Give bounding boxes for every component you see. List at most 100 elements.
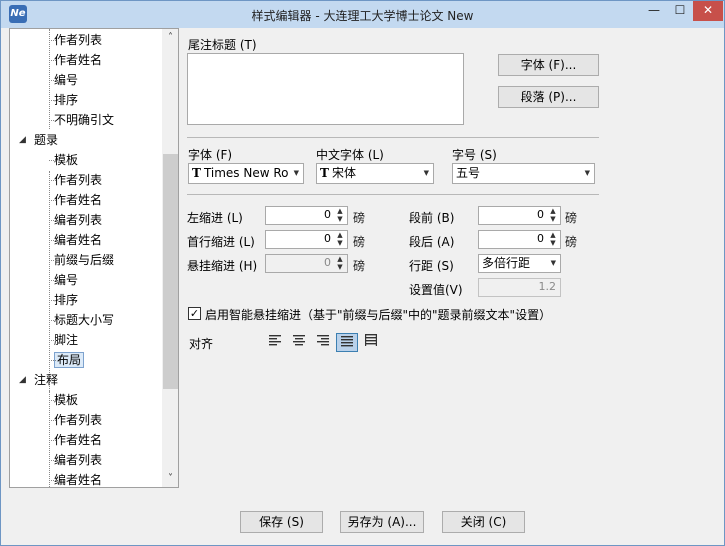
line-spacing-value: 多倍行距	[482, 256, 531, 270]
first-line-indent-stepper[interactable]: 0 ▲ ▼	[265, 230, 348, 249]
tree-item-label: 作者姓名	[54, 433, 103, 447]
tree-item-label: 编者列表	[54, 213, 103, 227]
tree-item[interactable]: 作者列表	[54, 30, 102, 50]
hanging-indent-label: 悬挂缩进 (H)	[187, 259, 258, 273]
separator	[187, 194, 599, 195]
space-after-label: 段后 (A)	[409, 235, 455, 249]
maximize-button[interactable]: ☐	[667, 1, 693, 21]
tree-connector-line	[49, 200, 56, 201]
tree-item[interactable]: 排序	[54, 90, 78, 110]
save-button[interactable]: 保存 (S)	[240, 511, 323, 533]
tree-item[interactable]: 编者列表	[54, 450, 102, 470]
left-indent-stepper[interactable]: 0 ▲ ▼	[265, 206, 348, 225]
style-tree[interactable]: ˄ ˅ 作者列表 作者姓名 编号 排序 不明确引文 题录 ◢ 模板 作者列表 作者姓名 编者列表 编者…	[9, 28, 179, 488]
tree-item-label: 编者姓名	[54, 473, 103, 487]
minimize-button[interactable]: —	[641, 1, 667, 21]
tree-item[interactable]: 作者列表	[54, 170, 102, 190]
stepper-arrows-icon[interactable]: ▲ ▼	[333, 255, 347, 272]
tree-item[interactable]: 布局	[54, 350, 85, 370]
hanging-indent-stepper[interactable]: 0 ▲ ▼	[265, 254, 348, 273]
tree-connector-line	[49, 120, 56, 121]
scroll-down-icon[interactable]: ˅	[162, 470, 178, 487]
scroll-thumb[interactable]	[163, 154, 178, 389]
tree-item-label: 注释	[34, 373, 59, 387]
align-right-icon[interactable]	[312, 333, 334, 352]
tree-group[interactable]: 注释	[34, 370, 58, 390]
font-size-label: 字号 (S)	[452, 148, 497, 162]
line-spacing-select[interactable]: 多倍行距 ▼	[478, 254, 561, 273]
smart-hanging-checkbox[interactable]: ✓	[188, 307, 201, 320]
font-button[interactable]: 字体 (F)...	[498, 54, 599, 76]
chevron-down-icon: ▼	[423, 169, 429, 177]
space-after-stepper[interactable]: 0 ▲ ▼	[478, 230, 561, 249]
space-after-value: 0	[537, 232, 544, 245]
tree-item[interactable]: 作者姓名	[54, 190, 102, 210]
expand-collapse-icon[interactable]: ◢	[19, 370, 31, 390]
align-center-icon[interactable]	[288, 333, 310, 352]
tree-item-label: 前缀与后缀	[54, 253, 115, 267]
tree-connector-line	[49, 29, 50, 129]
align-distributed-icon[interactable]	[360, 333, 382, 352]
tree-item[interactable]: 排序	[54, 290, 78, 310]
space-before-stepper[interactable]: 0 ▲ ▼	[478, 206, 561, 225]
setting-value-label: 设置值(V)	[409, 283, 463, 297]
align-left-icon[interactable]	[264, 333, 286, 352]
save-as-button[interactable]: 另存为 (A)...	[340, 511, 424, 533]
tree-item[interactable]: 不明确引文	[54, 110, 114, 130]
font-select[interactable]: T Times New Ro ▼	[188, 163, 304, 184]
hanging-indent-unit: 磅	[353, 259, 366, 273]
tree-item[interactable]: 模板	[54, 150, 78, 170]
tree-item[interactable]: 前缀与后缀	[54, 250, 114, 270]
tree-item[interactable]: 标题大小写	[54, 310, 114, 330]
close-button[interactable]: 关闭 (C)	[442, 511, 525, 533]
tree-connector-line	[49, 100, 56, 101]
tree-item[interactable]: 编者姓名	[54, 230, 102, 250]
tree-item[interactable]: 编者列表	[54, 210, 102, 230]
tree-connector-line	[49, 340, 56, 341]
tree-item-label: 作者姓名	[54, 193, 103, 207]
stepper-arrows-icon[interactable]: ▲ ▼	[333, 231, 347, 248]
tree-item[interactable]: 模板	[54, 390, 78, 410]
tree-item[interactable]: 脚注	[54, 330, 78, 350]
tree-item-label: 编号	[54, 273, 79, 287]
align-justify-icon[interactable]	[336, 333, 358, 352]
tree-item-label: 标题大小写	[54, 313, 115, 327]
hanging-indent-value: 0	[324, 256, 331, 269]
tree-connector-line	[49, 300, 56, 301]
stepper-arrows-icon[interactable]: ▲ ▼	[546, 231, 560, 248]
expand-collapse-icon[interactable]: ◢	[19, 130, 31, 150]
tree-connector-line	[49, 171, 50, 391]
tree-connector-line	[49, 180, 56, 181]
alignment-label: 对齐	[189, 337, 214, 351]
tree-connector-line	[49, 60, 56, 61]
style-editor-window: Ne 样式编辑器 - 大连理工大学博士论文 New — ☐ ✕ ˄ ˅ 作者列表…	[0, 0, 725, 546]
endnote-title-label: 尾注标题 (T)	[188, 38, 257, 52]
close-window-button[interactable]: ✕	[693, 1, 723, 21]
cn-font-select-value: 宋体	[331, 166, 356, 180]
font-size-select[interactable]: 五号 ▼	[452, 163, 595, 184]
tree-item-label: 模板	[54, 153, 79, 167]
tree-item[interactable]: 编者姓名	[54, 470, 103, 487]
tree-item[interactable]: 作者列表	[54, 410, 102, 430]
stepper-arrows-icon[interactable]: ▲ ▼	[333, 207, 347, 224]
setting-value-field[interactable]: 1.2	[478, 278, 561, 297]
endnote-title-textarea[interactable]	[187, 53, 464, 125]
scroll-up-icon[interactable]: ˄	[162, 29, 178, 46]
tree-scrollbar[interactable]: ˄ ˅	[162, 29, 178, 487]
tree-item-label: 模板	[54, 393, 79, 407]
tree-group[interactable]: 题录	[34, 130, 58, 150]
tree-item-label: 编者姓名	[54, 233, 103, 247]
cn-font-select[interactable]: T 宋体 ▼	[316, 163, 434, 184]
tree-item-label: 作者列表	[54, 413, 103, 427]
tree-item-label: 作者列表	[54, 173, 103, 187]
tree-item[interactable]: 作者姓名	[54, 430, 102, 450]
tree-item[interactable]: 作者姓名	[54, 50, 102, 70]
tree-item[interactable]: 编号	[54, 270, 78, 290]
paragraph-button[interactable]: 段落 (P)...	[498, 86, 599, 108]
space-before-value: 0	[537, 208, 544, 221]
chevron-down-icon: ▼	[584, 169, 590, 177]
tree-item[interactable]: 编号	[54, 70, 78, 90]
stepper-arrows-icon[interactable]: ▲ ▼	[546, 207, 560, 224]
tree-connector-line	[49, 280, 56, 281]
tree-connector-line	[49, 480, 56, 481]
